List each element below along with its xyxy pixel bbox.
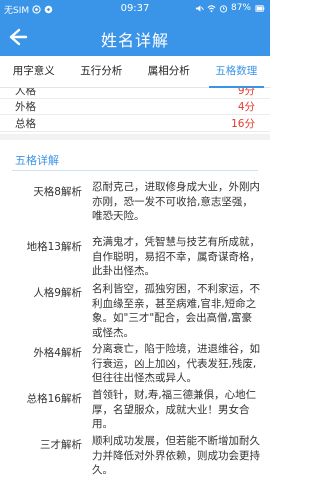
page-title: 姓名详解: [100, 31, 169, 50]
battery-icon: [255, 4, 265, 12]
section-title: 五格详解: [15, 154, 59, 167]
score-value: 16分: [231, 118, 255, 130]
detail-name: 三才解析: [40, 439, 82, 451]
score-name: 外格: [15, 101, 36, 113]
score-name: 总格: [15, 118, 36, 130]
alarm-icon: [219, 4, 228, 13]
detail-text: 首领针，财,寿,福三德兼俱，心地仁厚，名望服众，成就大业！男女合用。: [92, 389, 257, 430]
battery-label: 87%: [230, 3, 251, 13]
app-bar: 姓名详解: [0, 18, 270, 56]
wifi-icon: [207, 4, 216, 12]
tab-five-elements[interactable]: 五行分析: [68, 56, 136, 87]
tab-bar: 用字意义 五行分析 属相分析 五格数理: [0, 56, 270, 88]
score-value: 4分: [237, 101, 255, 113]
detail-text: 忍耐克己，进取修身成大业，外刚内亦刚，恐一发不可收拾,意志坚强，唯恐天险。: [92, 181, 260, 222]
tab-character-meaning[interactable]: 用字意义: [0, 56, 68, 87]
score-list: 人格 9分 外格 4分 总格 16分: [0, 88, 270, 132]
section-divider: [0, 134, 270, 140]
score-row: 总格 16分: [0, 113, 270, 132]
status-right: 87%: [195, 3, 266, 13]
tab-zodiac-analysis[interactable]: 属相分析: [135, 56, 203, 87]
silent-icon: [195, 4, 204, 12]
tab-five-grid-numerology[interactable]: 五格数理: [203, 56, 271, 88]
detail-name: 外格4解析: [33, 347, 82, 359]
detail-text: 分离衰亡，陷于险境，进退维谷，如行衰运，凶上加凶，代表发狂,残废,但往往出怪杰或…: [92, 343, 260, 384]
detail-text: 名利皆空，孤独穷困，不利家运，不利血缘至亲，甚至病难,官非,短命之象。如"三才"…: [92, 283, 260, 339]
detail-name: 人格9解析: [33, 287, 82, 299]
detail-text: 顺利成功发展，但若能不断增加耐久力并降低对外界依赖，则成功会更持久。: [92, 435, 260, 476]
section-underline: [12, 170, 258, 171]
detail-name: 天格8解析: [33, 186, 82, 198]
detail-name: 总格16解析: [26, 393, 82, 405]
detail-text: 充满鬼才，凭智慧与技艺有所成就，自作聪明，易招不幸，属奇谋奇格，此卦出怪杰。: [92, 236, 260, 277]
status-bar: 无SIM 09:37 87%: [0, 0, 270, 18]
detail-name: 地格13解析: [26, 241, 82, 253]
